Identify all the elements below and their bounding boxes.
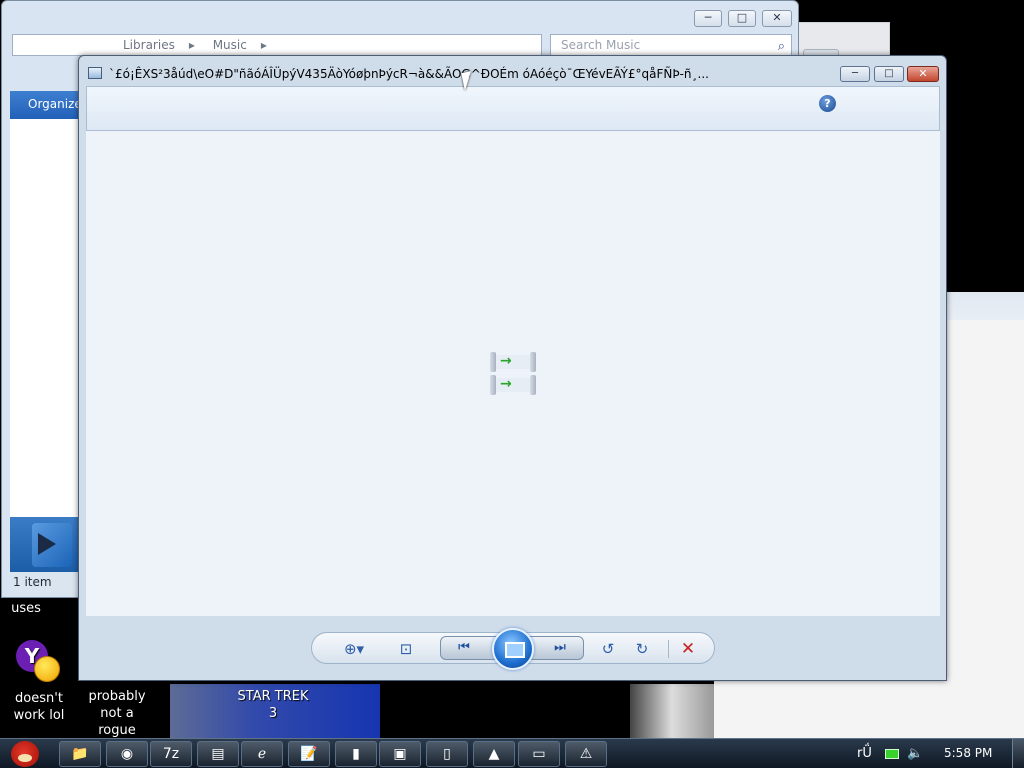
notepad-icon: 📝 — [300, 746, 318, 762]
taskbar-ie-button[interactable]: ℯ — [241, 741, 283, 767]
taskbar: 📁 ◉ 7z ▤ ℯ 📝 ▮ ▣ ▯ ▲ ▭ ⚠ rǗ 🔈 5:58 PM — [0, 738, 1024, 768]
controls-separator — [668, 640, 669, 658]
rotate-counterclockwise-icon[interactable]: ↺ — [598, 640, 618, 658]
search-icon[interactable]: ⌕ — [778, 37, 785, 57]
tray-text[interactable]: rǗ — [857, 746, 872, 762]
desktop: uses Y doesn't work lol probably not a r… — [0, 0, 1024, 738]
desktop-image-fragment — [630, 684, 714, 738]
maximize-button[interactable]: □ — [874, 66, 904, 82]
delete-icon[interactable]: ✕ — [678, 640, 698, 658]
help-icon[interactable]: ? — [819, 95, 836, 112]
folder-icon: 📁 — [71, 746, 89, 762]
desktop-icon-yahoo[interactable]: Y doesn't work lol — [4, 640, 74, 724]
photo-viewer-window: `£ó¡ÊXS²3åúd\eO#D"ñãóÁÎÜpýV435ÄòYóøþnÞýc… — [78, 55, 947, 681]
desktop-icon-star-trek[interactable]: STAR TREK 3 — [236, 688, 310, 722]
battery-icon[interactable] — [885, 749, 899, 759]
explorer-maximize-button[interactable]: □ — [728, 10, 756, 27]
chrome-icon: ◉ — [120, 746, 134, 762]
taskbar-window-button[interactable]: ▭ — [518, 741, 560, 767]
viewer-titlebar[interactable]: `£ó¡ÊXS²3åúd\eO#D"ñãóÁÎÜpýV435ÄòYóøþnÞýc… — [79, 56, 946, 86]
desktop-icon-label: doesn't work lol — [13, 691, 65, 723]
clock-time[interactable]: 5:58 PM — [944, 746, 992, 760]
desktop-icon-uses[interactable]: uses — [6, 600, 46, 617]
breadcrumb-libraries[interactable]: Libraries — [123, 38, 175, 52]
photo-viewer-icon — [88, 67, 102, 79]
ie-icon: ℯ — [257, 746, 267, 762]
image-loading-placeholder-icon: → → — [490, 352, 536, 398]
image-canvas: → → — [86, 131, 940, 616]
viewer-menu-bar: ? — [86, 86, 940, 131]
address-bar[interactable]: Libraries ▸ Music ▸ — [12, 34, 542, 56]
volume-icon[interactable]: 🔈 — [907, 746, 923, 762]
breadcrumb-music[interactable]: Music — [213, 38, 247, 52]
explorer-close-button[interactable]: ✕ — [762, 10, 792, 27]
desktop-icon-label: STAR TREK 3 — [237, 689, 309, 721]
search-input[interactable]: Search Music ⌕ — [550, 34, 792, 56]
show-desktop-button[interactable] — [1012, 739, 1024, 768]
book-icon: ▮ — [352, 746, 360, 762]
status-bar-item-count: 1 item — [10, 572, 80, 594]
photo-viewer-icon: ▣ — [393, 746, 407, 762]
start-button[interactable] — [3, 739, 47, 768]
explorer-minimize-button[interactable]: ─ — [694, 10, 722, 27]
organize-button[interactable]: Organize — [10, 91, 82, 119]
yahoo-messenger-icon: Y — [16, 640, 62, 686]
taskbar-photo-viewer-button[interactable]: ▣ — [379, 741, 421, 767]
rotate-clockwise-icon[interactable]: ↻ — [632, 640, 652, 658]
taskbar-document-button[interactable]: ▯ — [426, 741, 468, 767]
taskbar-7zip-button[interactable]: 7z — [150, 741, 192, 767]
slideshow-icon[interactable] — [492, 628, 534, 670]
vlc-icon: ▲ — [488, 746, 500, 762]
desktop-icon-rogue[interactable]: probably not a rogue — [80, 688, 154, 738]
close-button[interactable]: ✕ — [907, 66, 939, 82]
winrar-icon: ▤ — [211, 746, 225, 762]
window-icon: ▭ — [532, 746, 546, 762]
minimize-button[interactable]: ─ — [840, 66, 870, 82]
warning-icon: ⚠ — [579, 746, 593, 762]
taskbar-vlc-button[interactable]: ▲ — [473, 741, 515, 767]
zoom-icon[interactable]: ⊕▾ — [338, 640, 370, 658]
taskbar-book-button[interactable]: ▮ — [335, 741, 377, 767]
taskbar-warning-button[interactable]: ⚠ — [565, 741, 607, 767]
taskbar-chrome-button[interactable]: ◉ — [106, 741, 148, 767]
angry-bird-start-icon — [11, 741, 39, 767]
previous-icon[interactable]: ⏮ — [453, 639, 475, 657]
taskbar-winrar-button[interactable]: ▤ — [197, 741, 239, 767]
next-icon[interactable]: ⏭ — [549, 639, 571, 657]
taskbar-folder-button[interactable]: 📁 — [59, 741, 101, 767]
document-icon: ▯ — [443, 746, 451, 762]
7zip-icon: 7z — [162, 746, 180, 762]
actual-size-icon[interactable]: ⊡ — [396, 640, 416, 658]
taskbar-notepad-button[interactable]: 📝 — [288, 741, 330, 767]
viewer-controls-bar: ⊕▾ ⊡ ⏮ ⏭ ↺ ↻ ✕ — [311, 628, 715, 670]
music-library-icon — [32, 523, 72, 567]
desktop-icon-label: uses — [11, 601, 41, 616]
navigation-pane — [10, 119, 80, 517]
desktop-icon-label: probably not a rogue — [88, 689, 146, 738]
